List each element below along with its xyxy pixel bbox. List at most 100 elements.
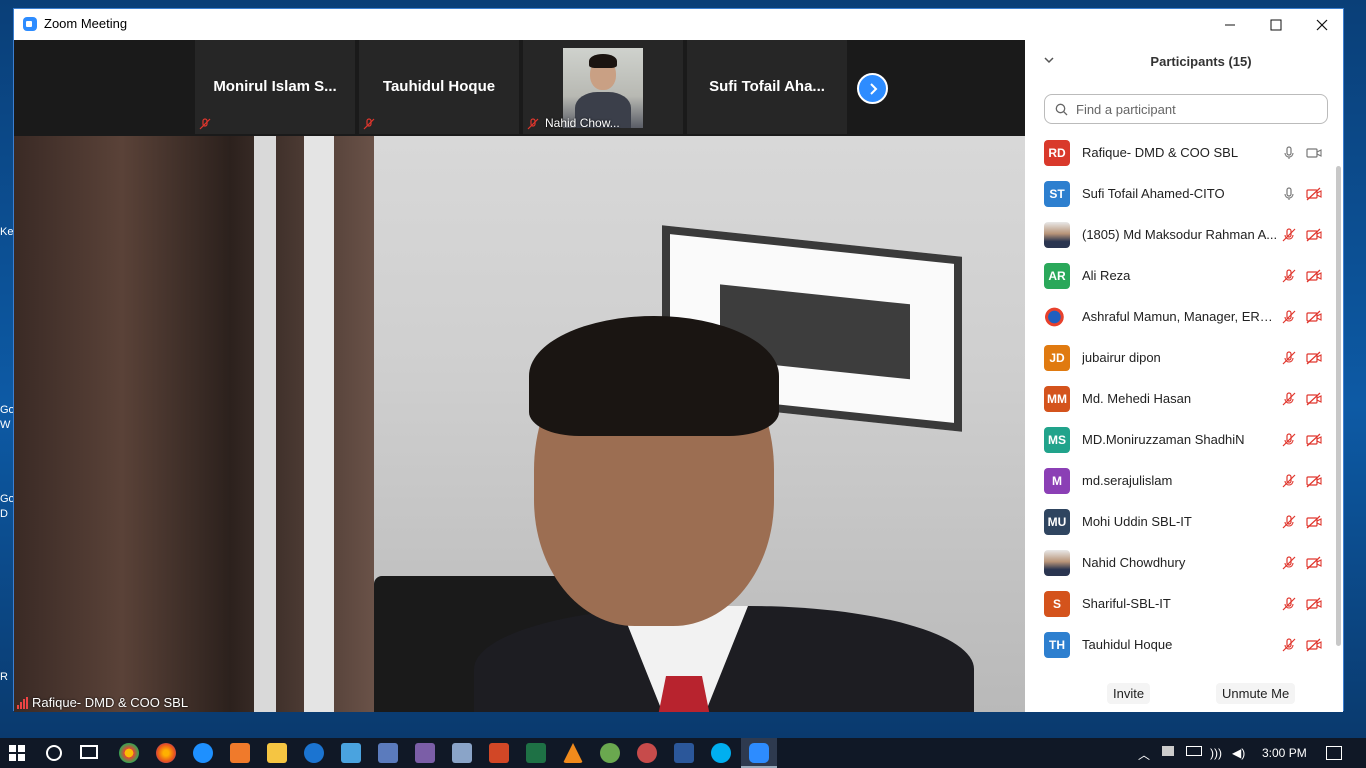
minimize-button[interactable]	[1207, 9, 1253, 40]
participant-name: jubairur dipon	[1082, 350, 1161, 365]
invite-button[interactable]: Invite	[1107, 683, 1151, 704]
participant-row[interactable]: TH Tauhidul Hoque	[1025, 624, 1333, 665]
video-off-icon[interactable]	[1306, 187, 1322, 201]
mic-muted-icon[interactable]	[1282, 596, 1296, 611]
active-speaker-video[interactable]: Rafique- DMD & COO SBL	[14, 136, 1025, 712]
app-icon[interactable]	[600, 743, 620, 763]
zoom-logo-icon	[23, 17, 37, 31]
participant-row[interactable]: Mmd.serajulislam	[1025, 460, 1333, 501]
unmute-me-button[interactable]: Unmute Me	[1216, 683, 1296, 704]
participant-row[interactable]: RD Rafique- DMD & COO SBL	[1025, 132, 1333, 173]
app-icon[interactable]	[452, 743, 472, 763]
video-off-icon[interactable]	[1306, 310, 1322, 324]
participant-initials-avatar: AR	[1044, 262, 1070, 289]
participant-row[interactable]: MM Md. Mehedi Hasan	[1025, 378, 1333, 419]
next-page-button[interactable]	[857, 73, 888, 104]
participant-name: (1805) Md Maksodur Rahman A...	[1082, 227, 1278, 242]
video-off-icon[interactable]	[1306, 597, 1322, 611]
participant-tile[interactable]: Nahid Chow...	[523, 40, 683, 134]
app-icon[interactable]	[637, 743, 657, 763]
mic-on-icon[interactable]	[1282, 186, 1296, 201]
video-off-icon[interactable]	[1306, 638, 1322, 652]
internet-explorer-icon[interactable]	[193, 743, 213, 763]
participant-name: MD.Moniruzzaman ShadhiN	[1082, 432, 1245, 447]
close-button[interactable]	[1299, 9, 1345, 40]
network-icon[interactable]	[1162, 746, 1174, 756]
participant-row[interactable]: ST Sufi Tofail Ahamed-CITO	[1025, 173, 1333, 214]
video-off-icon[interactable]	[1306, 433, 1322, 447]
video-area: Monirul Islam S... Tauhidul Hoque Nahid …	[14, 40, 1025, 712]
mic-muted-icon[interactable]	[1282, 514, 1296, 529]
video-off-icon[interactable]	[1306, 556, 1322, 570]
taskbar-clock[interactable]: 3:00 PM	[1262, 746, 1307, 760]
participant-name: Rafique- DMD & COO SBL	[1082, 145, 1239, 160]
participant-row[interactable]: MS MD.Moniruzzaman ShadhiN	[1025, 419, 1333, 460]
participant-row[interactable]: MU Mohi Uddin SBL-IT	[1025, 501, 1333, 542]
participant-name: Nahid Chowdhury	[1082, 555, 1186, 570]
battery-icon[interactable]	[1186, 746, 1202, 756]
word-icon[interactable]	[674, 743, 694, 763]
task-view-icon[interactable]	[80, 745, 98, 759]
video-off-icon[interactable]	[1306, 269, 1322, 283]
search-circle-icon[interactable]	[46, 745, 62, 761]
mic-muted-icon[interactable]	[1282, 432, 1296, 447]
chrome-icon[interactable]	[119, 743, 139, 763]
search-input[interactable]	[1074, 100, 1318, 118]
mic-muted-icon[interactable]	[1282, 350, 1296, 365]
vlc-icon[interactable]	[563, 743, 583, 763]
excel-icon[interactable]	[526, 743, 546, 763]
mic-muted-icon[interactable]	[1282, 309, 1296, 324]
participant-photo-avatar	[1044, 549, 1070, 576]
skype-icon[interactable]	[711, 743, 731, 763]
app-icon[interactable]	[378, 743, 398, 763]
mic-muted-icon[interactable]	[1282, 473, 1296, 488]
participant-name: Sufi Tofail Ahamed-CITO	[1082, 186, 1225, 201]
maximize-icon	[1270, 19, 1282, 30]
edge-icon[interactable]	[304, 743, 324, 763]
maximize-button[interactable]	[1253, 9, 1299, 40]
zoom-taskbar-button[interactable]	[741, 738, 777, 768]
desktop-icon-label[interactable]: R	[0, 671, 8, 683]
participants-title: Participants (15)	[1150, 54, 1252, 69]
video-off-icon[interactable]	[1306, 351, 1322, 365]
wifi-icon[interactable]: )))	[1210, 746, 1222, 760]
volume-icon[interactable]: ◀)	[1232, 746, 1245, 760]
participant-row[interactable]: JD jubairur dipon	[1025, 337, 1333, 378]
visual-studio-icon[interactable]	[415, 743, 435, 763]
participant-row[interactable]: (1805) Md Maksodur Rahman A...	[1025, 214, 1333, 255]
notifications-icon[interactable]	[1326, 746, 1342, 760]
tile-name: Monirul Islam S...	[213, 78, 337, 95]
video-on-icon[interactable]	[1306, 146, 1322, 160]
participant-tile[interactable]: Tauhidul Hoque	[359, 40, 519, 134]
video-off-icon[interactable]	[1306, 474, 1322, 488]
mic-muted-icon[interactable]	[1282, 227, 1296, 242]
participant-row[interactable]: Nahid Chowdhury	[1025, 542, 1333, 583]
participant-search-box[interactable]	[1044, 94, 1328, 124]
participant-row[interactable]: Ashraful Mamun, Manager, ERA...	[1025, 296, 1333, 337]
video-off-icon[interactable]	[1306, 392, 1322, 406]
video-off-icon[interactable]	[1306, 228, 1322, 242]
participant-tile[interactable]: Monirul Islam S...	[195, 40, 355, 134]
powerpoint-icon[interactable]	[489, 743, 509, 763]
mic-on-icon[interactable]	[1282, 145, 1296, 160]
participant-tile[interactable]: Sufi Tofail Aha...	[687, 40, 847, 134]
desktop-icon-label[interactable]: Ke	[0, 226, 13, 238]
chevron-up-icon[interactable]: ︿	[1138, 746, 1150, 763]
zoom-icon	[749, 743, 769, 763]
desktop-icon-label[interactable]: D	[0, 508, 8, 520]
video-off-icon[interactable]	[1306, 515, 1322, 529]
participants-scrollbar[interactable]	[1336, 166, 1341, 646]
start-button[interactable]	[9, 745, 25, 761]
mic-muted-icon[interactable]	[1282, 391, 1296, 406]
title-bar[interactable]: Zoom Meeting	[14, 9, 1343, 40]
participant-row[interactable]: S Shariful-SBL-IT	[1025, 583, 1333, 624]
firefox-icon[interactable]	[156, 743, 176, 763]
mic-muted-icon[interactable]	[1282, 555, 1296, 570]
desktop-icon-label[interactable]: W	[0, 419, 10, 431]
participant-row[interactable]: AR Ali Reza	[1025, 255, 1333, 296]
app-icon[interactable]	[341, 743, 361, 763]
mic-muted-icon[interactable]	[1282, 637, 1296, 652]
mic-muted-icon[interactable]	[1282, 268, 1296, 283]
app-icon[interactable]	[230, 743, 250, 763]
file-explorer-icon[interactable]	[267, 743, 287, 763]
